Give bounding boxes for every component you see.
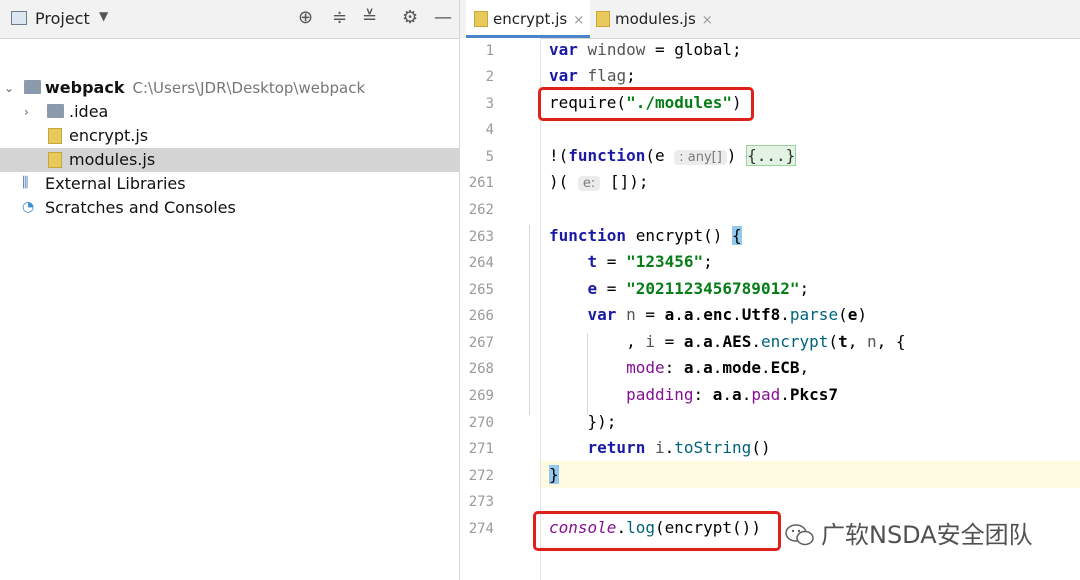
- tree-item-path: C:\Users\JDR\Desktop\webpack: [132, 79, 366, 97]
- code-line-1: var window = global;: [549, 40, 742, 59]
- js-file-icon: [596, 11, 610, 27]
- chevron-down-icon[interactable]: ⌄: [4, 76, 14, 100]
- project-toolbar: Project ▼ ⊕ ≑ ≚ ⚙ —: [0, 0, 459, 39]
- editor-tabs: encrypt.js × modules.js ×: [460, 0, 1080, 39]
- line-number: 269: [468, 388, 494, 404]
- line-number-gutter: 1 2 3 4 5 261 262 263 264 265 266 267 26…: [460, 38, 540, 580]
- line-number: 3: [485, 96, 494, 112]
- folder-icon: [47, 104, 64, 118]
- tab-encrypt-js[interactable]: encrypt.js ×: [466, 0, 590, 38]
- tree-item-encrypt-js[interactable]: encrypt.js: [0, 124, 459, 148]
- tree-item-scratches[interactable]: ◔ Scratches and Consoles: [0, 196, 459, 220]
- tree-item-label: .idea: [69, 102, 109, 121]
- line-number: 274: [468, 521, 494, 537]
- line-number: 263: [468, 229, 494, 245]
- line-number: 5: [485, 149, 494, 165]
- library-icon: ⫼: [22, 175, 29, 191]
- code-line-265: e = "2021123456789012";: [587, 279, 810, 298]
- indent-guide: [529, 225, 530, 415]
- chevron-down-icon[interactable]: ▼: [99, 9, 108, 23]
- code-line-2: var flag;: [549, 66, 636, 85]
- minimize-icon[interactable]: —: [434, 7, 452, 29]
- highlight-box-console-log: [533, 511, 781, 551]
- tree-item-label: encrypt.js: [69, 126, 149, 145]
- editor: encrypt.js × modules.js × 1 2 3 4 5 261 26…: [460, 0, 1080, 580]
- tab-modules-js[interactable]: modules.js ×: [594, 0, 720, 38]
- tree-item-label: External Libraries: [45, 174, 186, 193]
- watermark-text: 广软NSDA安全团队: [821, 521, 1033, 549]
- js-file-icon: [474, 11, 488, 27]
- expand-all-icon[interactable]: ≑: [332, 7, 347, 29]
- line-number: 261: [468, 175, 494, 191]
- project-panel: Project ▼ ⊕ ≑ ≚ ⚙ — ⌄ webpack C:\Users\JD…: [0, 0, 460, 580]
- line-number: 1: [485, 43, 494, 59]
- folder-icon: [24, 80, 41, 94]
- chevron-right-icon[interactable]: ›: [24, 100, 29, 124]
- collapse-all-icon[interactable]: ≚: [362, 7, 377, 29]
- line-number: 265: [468, 282, 494, 298]
- js-file-icon: [48, 128, 62, 144]
- code-line-272: }: [549, 465, 559, 484]
- line-number: 264: [468, 255, 494, 271]
- line-number: 271: [468, 441, 494, 457]
- line-number: 268: [468, 361, 494, 377]
- code-line-264: t = "123456";: [587, 252, 713, 271]
- gear-icon[interactable]: ⚙: [402, 7, 418, 29]
- tree-item-label: Scratches and Consoles: [45, 198, 236, 217]
- code-line-5: !(function(e : any[]) {...}: [549, 145, 797, 166]
- line-number: 270: [468, 415, 494, 431]
- close-icon[interactable]: ×: [573, 13, 584, 28]
- line-number: 266: [468, 308, 494, 324]
- project-title[interactable]: Project: [35, 9, 90, 28]
- close-icon[interactable]: ×: [702, 13, 713, 28]
- param-hint: e:: [577, 176, 601, 191]
- watermark: 广软NSDA安全团队: [785, 515, 1033, 550]
- code-line-267: , i = a.a.AES.encrypt(t, n, {: [549, 332, 906, 351]
- code-line-261: )( e: []);: [549, 172, 649, 191]
- tree-item-external-libraries[interactable]: ⫼ External Libraries: [0, 172, 459, 196]
- tree-item-label: webpack: [45, 78, 125, 97]
- code-line-268: mode: a.a.mode.ECB,: [626, 358, 810, 377]
- line-number: 273: [468, 494, 494, 510]
- folded-block[interactable]: {...}: [746, 145, 797, 166]
- code-line-266: var n = a.a.enc.Utf8.parse(e): [587, 305, 867, 324]
- tree-item-idea[interactable]: › .idea: [0, 100, 459, 124]
- locate-icon[interactable]: ⊕: [298, 7, 313, 29]
- tree-item-modules-js[interactable]: modules.js: [0, 148, 459, 172]
- code-line-271: return i.toString(): [587, 438, 771, 457]
- line-number: 267: [468, 335, 494, 351]
- line-number: 262: [468, 202, 494, 218]
- scratches-icon: ◔: [22, 199, 35, 215]
- code-line-269: padding: a.a.pad.Pkcs7: [626, 385, 839, 404]
- project-window-icon: [11, 11, 27, 25]
- code-line-263: function encrypt() {: [549, 226, 742, 245]
- line-number: 4: [485, 122, 494, 138]
- type-hint: : any[]: [674, 150, 727, 165]
- highlight-box-require: [538, 87, 754, 121]
- tree-item-webpack[interactable]: ⌄ webpack C:\Users\JDR\Desktop\webpack: [0, 76, 459, 100]
- js-file-icon: [48, 152, 62, 168]
- line-number: 272: [468, 468, 494, 484]
- line-number: 2: [485, 69, 494, 85]
- code-line-270: });: [549, 412, 617, 431]
- tab-label: encrypt.js: [493, 10, 568, 28]
- wechat-logo-icon: [785, 524, 814, 546]
- code-area[interactable]: var window = global; var flag; require("…: [529, 38, 1080, 580]
- tab-label: modules.js: [615, 10, 696, 28]
- tree-item-label: modules.js: [69, 150, 156, 169]
